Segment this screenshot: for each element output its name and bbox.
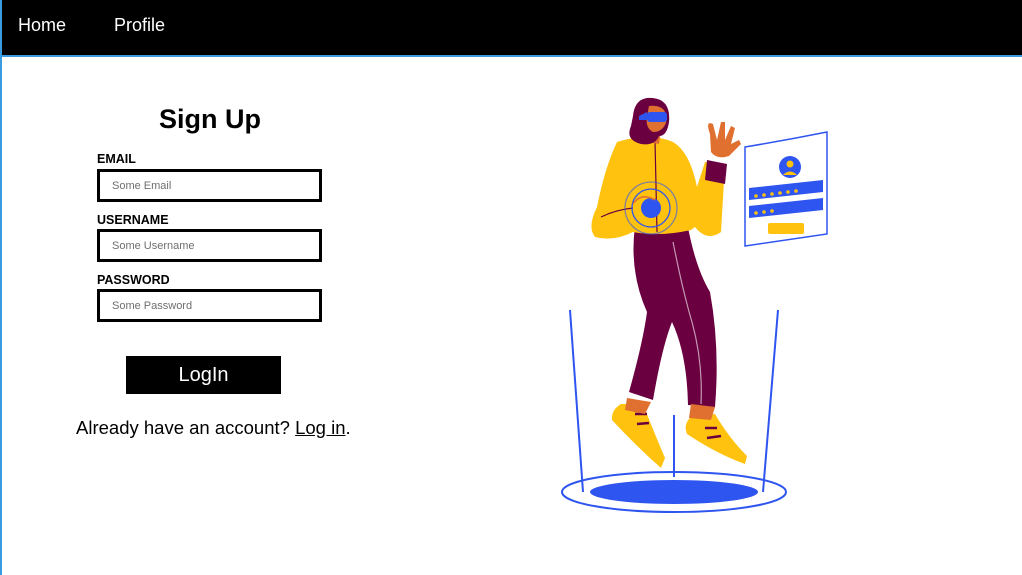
- navbar: Home Profile: [2, 0, 1022, 57]
- vr-headset: [647, 112, 667, 122]
- nav-profile-link[interactable]: Profile: [114, 15, 165, 36]
- email-label: EMAIL: [97, 152, 136, 166]
- pants: [629, 222, 717, 407]
- floating-login-card: [744, 131, 828, 247]
- signup-title: Sign Up: [159, 104, 261, 134]
- pad-disc: [590, 480, 758, 504]
- login-link[interactable]: Log in: [295, 417, 345, 438]
- person-vr-login-illustration-icon: [561, 97, 828, 513]
- username-field[interactable]: [97, 229, 322, 262]
- password-label: PASSWORD: [97, 273, 170, 287]
- already-have-account-text: Already have an account? Log in.: [76, 417, 351, 439]
- username-label: USERNAME: [97, 213, 169, 227]
- login-button[interactable]: LogIn: [126, 356, 281, 394]
- account-prompt-text: Already have an account?: [76, 417, 296, 438]
- nav-home-link[interactable]: Home: [18, 15, 66, 36]
- waving-hand: [708, 122, 741, 158]
- password-field[interactable]: [97, 289, 322, 322]
- sweater: [591, 137, 725, 239]
- account-prompt-period: .: [345, 417, 351, 438]
- right-shoe: [685, 414, 747, 464]
- beam-right: [762, 309, 779, 493]
- email-field[interactable]: [97, 169, 322, 202]
- app-window: Home Profile Sign Up EMAIL USERNAME PASS…: [0, 0, 1022, 575]
- beam-left: [569, 309, 584, 493]
